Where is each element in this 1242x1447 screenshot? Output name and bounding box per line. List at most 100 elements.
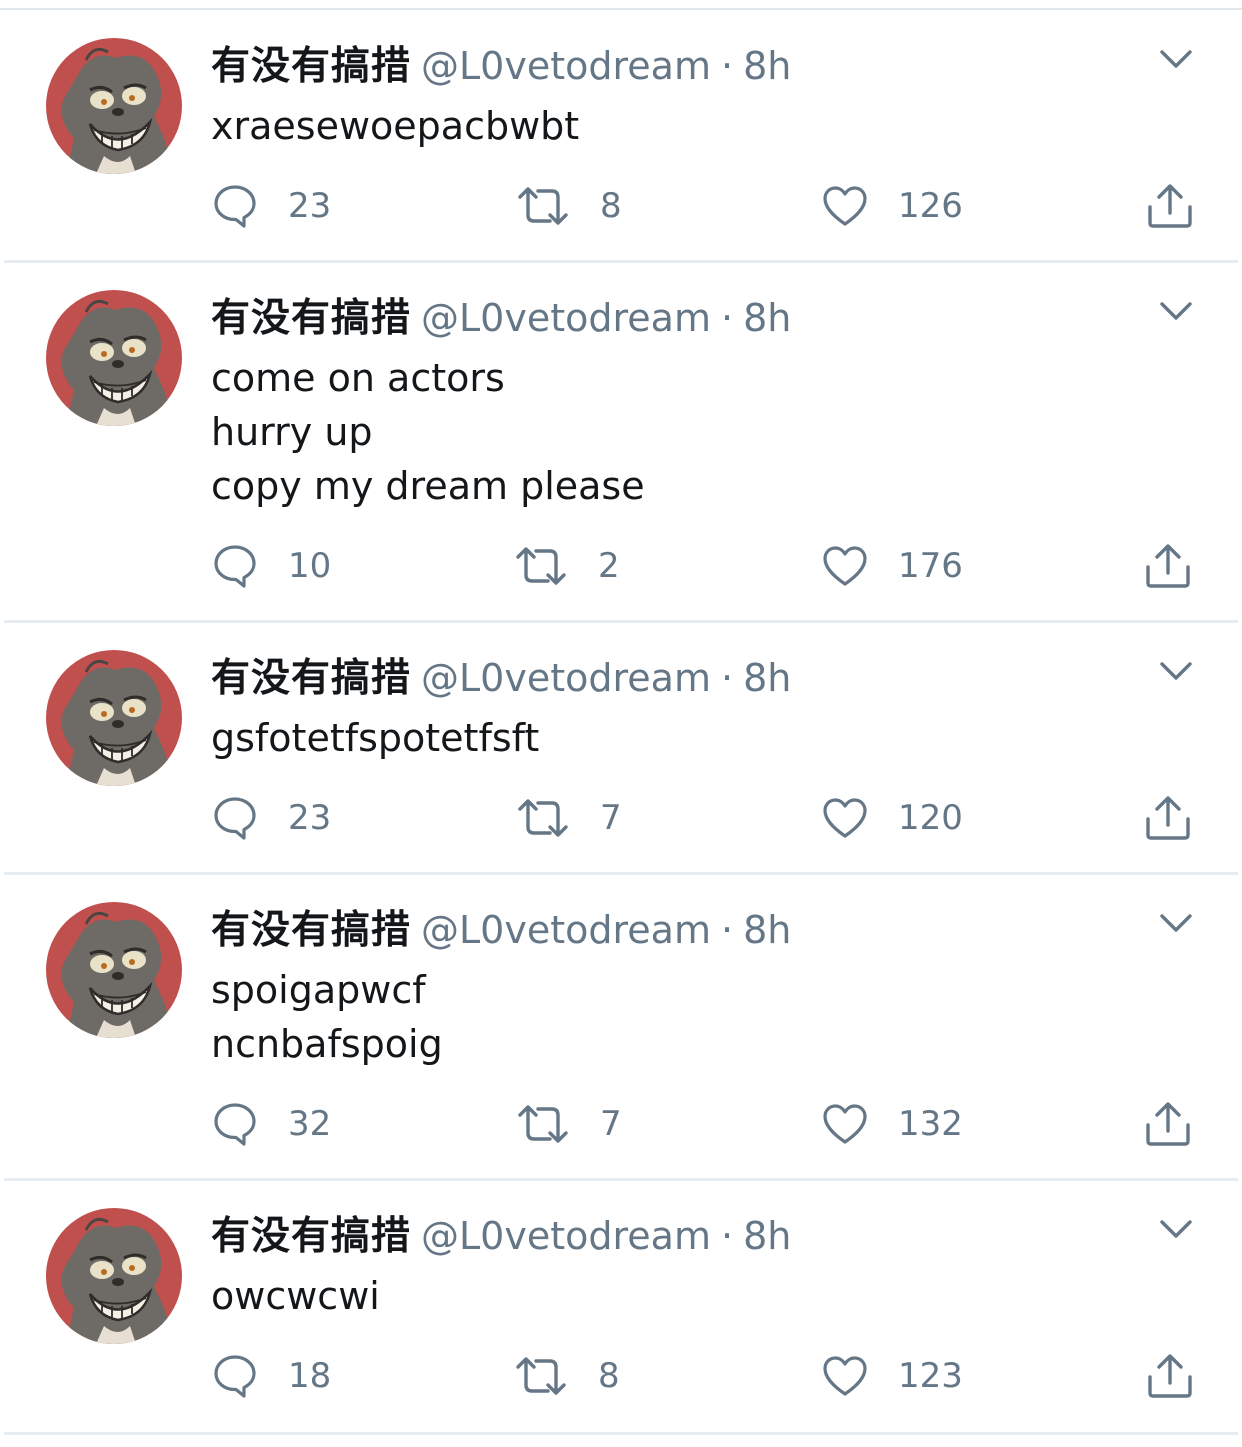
tweet-item[interactable]: 有没有搞措 @L0vetodream · 8h come on actors hurr… — [0, 263, 1242, 623]
tweet-item[interactable]: 有没有搞措 @L0vetodream · 8h owcwcwi 18 8 123 — [0, 1181, 1242, 1435]
tweet-actions: 10 2 176 — [0, 541, 1242, 591]
share-icon — [1144, 543, 1192, 589]
retweet-icon — [516, 797, 570, 839]
reply-icon — [212, 795, 258, 841]
retweet-button[interactable]: 7 — [516, 1099, 622, 1149]
like-button[interactable]: 123 — [822, 1351, 963, 1401]
reply-button[interactable]: 32 — [212, 1099, 331, 1149]
like-count: 120 — [898, 798, 963, 838]
tweet-actions: 23 8 126 — [0, 181, 1242, 231]
tweet-actions: 23 7 120 — [0, 793, 1242, 843]
timestamp[interactable]: 8h — [743, 296, 791, 340]
avatar[interactable] — [46, 290, 182, 426]
share-button[interactable] — [1144, 1099, 1192, 1149]
reply-icon — [212, 183, 258, 229]
tweet-header: 有没有搞措 @L0vetodream · 8h — [211, 650, 791, 706]
tweet-text: gsfotetfspotetfsft — [211, 711, 539, 765]
like-button[interactable]: 126 — [822, 181, 963, 231]
share-button[interactable] — [1146, 181, 1194, 231]
reply-button[interactable]: 18 — [212, 1351, 331, 1401]
display-name[interactable]: 有没有搞措 — [211, 296, 411, 341]
like-button[interactable]: 176 — [822, 541, 963, 591]
more-options-button[interactable] — [1158, 44, 1194, 74]
more-options-button[interactable] — [1158, 908, 1194, 938]
retweet-button[interactable]: 8 — [516, 181, 622, 231]
timestamp[interactable]: 8h — [743, 908, 791, 952]
more-options-button[interactable] — [1158, 296, 1194, 326]
tweet-text-line: copy my dream please — [211, 464, 645, 508]
timestamp[interactable]: 8h — [743, 1214, 791, 1258]
retweet-count: 8 — [598, 1356, 620, 1396]
chevron-down-icon — [1158, 914, 1194, 942]
reply-count: 10 — [288, 546, 332, 586]
tweet-text-line: come on actors — [211, 356, 505, 400]
share-button[interactable] — [1146, 1351, 1194, 1401]
tweet-header: 有没有搞措 @L0vetodream · 8h — [211, 290, 791, 346]
user-handle[interactable]: @L0vetodream — [421, 908, 711, 952]
retweet-icon — [516, 1103, 570, 1145]
retweet-button[interactable]: 7 — [516, 793, 622, 843]
share-button[interactable] — [1144, 793, 1192, 843]
tweet-text: xraesewoepacbwbt — [211, 99, 579, 153]
user-handle[interactable]: @L0vetodream — [421, 296, 711, 340]
timestamp[interactable]: 8h — [743, 44, 791, 88]
tweet-text-line: spoigapwcf — [211, 968, 426, 1012]
user-handle[interactable]: @L0vetodream — [421, 656, 711, 700]
tweet-text-line: xraesewoepacbwbt — [211, 104, 580, 148]
tweet-item[interactable]: 有没有搞措 @L0vetodream · 8h gsfotetfspotetfsft … — [0, 623, 1242, 875]
tweet-text: come on actors hurry up copy my dream pl… — [211, 351, 645, 513]
avatar[interactable] — [46, 650, 182, 786]
display-name[interactable]: 有没有搞措 — [211, 656, 411, 701]
tweet-text: owcwcwi — [211, 1269, 380, 1323]
display-name[interactable]: 有没有搞措 — [211, 1214, 411, 1259]
tweet-text-line: hurry up — [211, 410, 373, 454]
like-button[interactable]: 120 — [822, 793, 963, 843]
retweet-icon — [514, 1355, 568, 1397]
tweet-item[interactable]: 有没有搞措 @L0vetodream · 8h spoigapwcf ncnbafsp… — [0, 875, 1242, 1181]
chevron-down-icon — [1158, 302, 1194, 330]
reply-icon — [212, 543, 258, 589]
user-handle[interactable]: @L0vetodream — [421, 44, 711, 88]
heart-icon — [822, 545, 868, 587]
user-handle[interactable]: @L0vetodream — [421, 1214, 711, 1258]
header-separator: · — [720, 296, 734, 340]
like-count: 176 — [898, 546, 963, 586]
avatar[interactable] — [46, 38, 182, 174]
like-count: 123 — [898, 1356, 963, 1396]
chevron-down-icon — [1158, 1220, 1194, 1248]
display-name[interactable]: 有没有搞措 — [211, 908, 411, 953]
tweet-text-line: gsfotetfspotetfsft — [211, 716, 540, 760]
tweet-header: 有没有搞措 @L0vetodream · 8h — [211, 38, 791, 94]
retweet-icon — [514, 545, 568, 587]
timestamp[interactable]: 8h — [743, 656, 791, 700]
share-icon — [1144, 795, 1192, 841]
reply-button[interactable]: 23 — [212, 793, 331, 843]
avatar[interactable] — [46, 902, 182, 1038]
like-count: 126 — [898, 186, 963, 226]
avatar[interactable] — [46, 1208, 182, 1344]
reply-count: 23 — [288, 186, 332, 226]
tweet-actions: 18 8 123 — [0, 1351, 1242, 1401]
reply-icon — [212, 1101, 258, 1147]
reply-count: 18 — [288, 1356, 332, 1396]
reply-count: 32 — [288, 1104, 332, 1144]
reply-button[interactable]: 23 — [212, 181, 331, 231]
tweet-item[interactable]: 有没有搞措 @L0vetodream · 8h xraesewoepacbwbt 23… — [0, 12, 1242, 263]
like-button[interactable]: 132 — [822, 1099, 963, 1149]
reply-button[interactable]: 10 — [212, 541, 331, 591]
retweet-button[interactable]: 8 — [514, 1351, 620, 1401]
retweet-count: 8 — [600, 186, 622, 226]
share-button[interactable] — [1144, 541, 1192, 591]
chevron-down-icon — [1158, 50, 1194, 78]
header-separator: · — [720, 1214, 734, 1258]
tweet-text-line: owcwcwi — [211, 1274, 380, 1318]
heart-icon — [822, 1103, 868, 1145]
share-icon — [1144, 1101, 1192, 1147]
more-options-button[interactable] — [1158, 1214, 1194, 1244]
display-name[interactable]: 有没有搞措 — [211, 44, 411, 89]
retweet-button[interactable]: 2 — [514, 541, 620, 591]
retweet-count: 7 — [600, 798, 622, 838]
header-separator: · — [720, 656, 734, 700]
more-options-button[interactable] — [1158, 656, 1194, 686]
header-separator: · — [720, 908, 734, 952]
